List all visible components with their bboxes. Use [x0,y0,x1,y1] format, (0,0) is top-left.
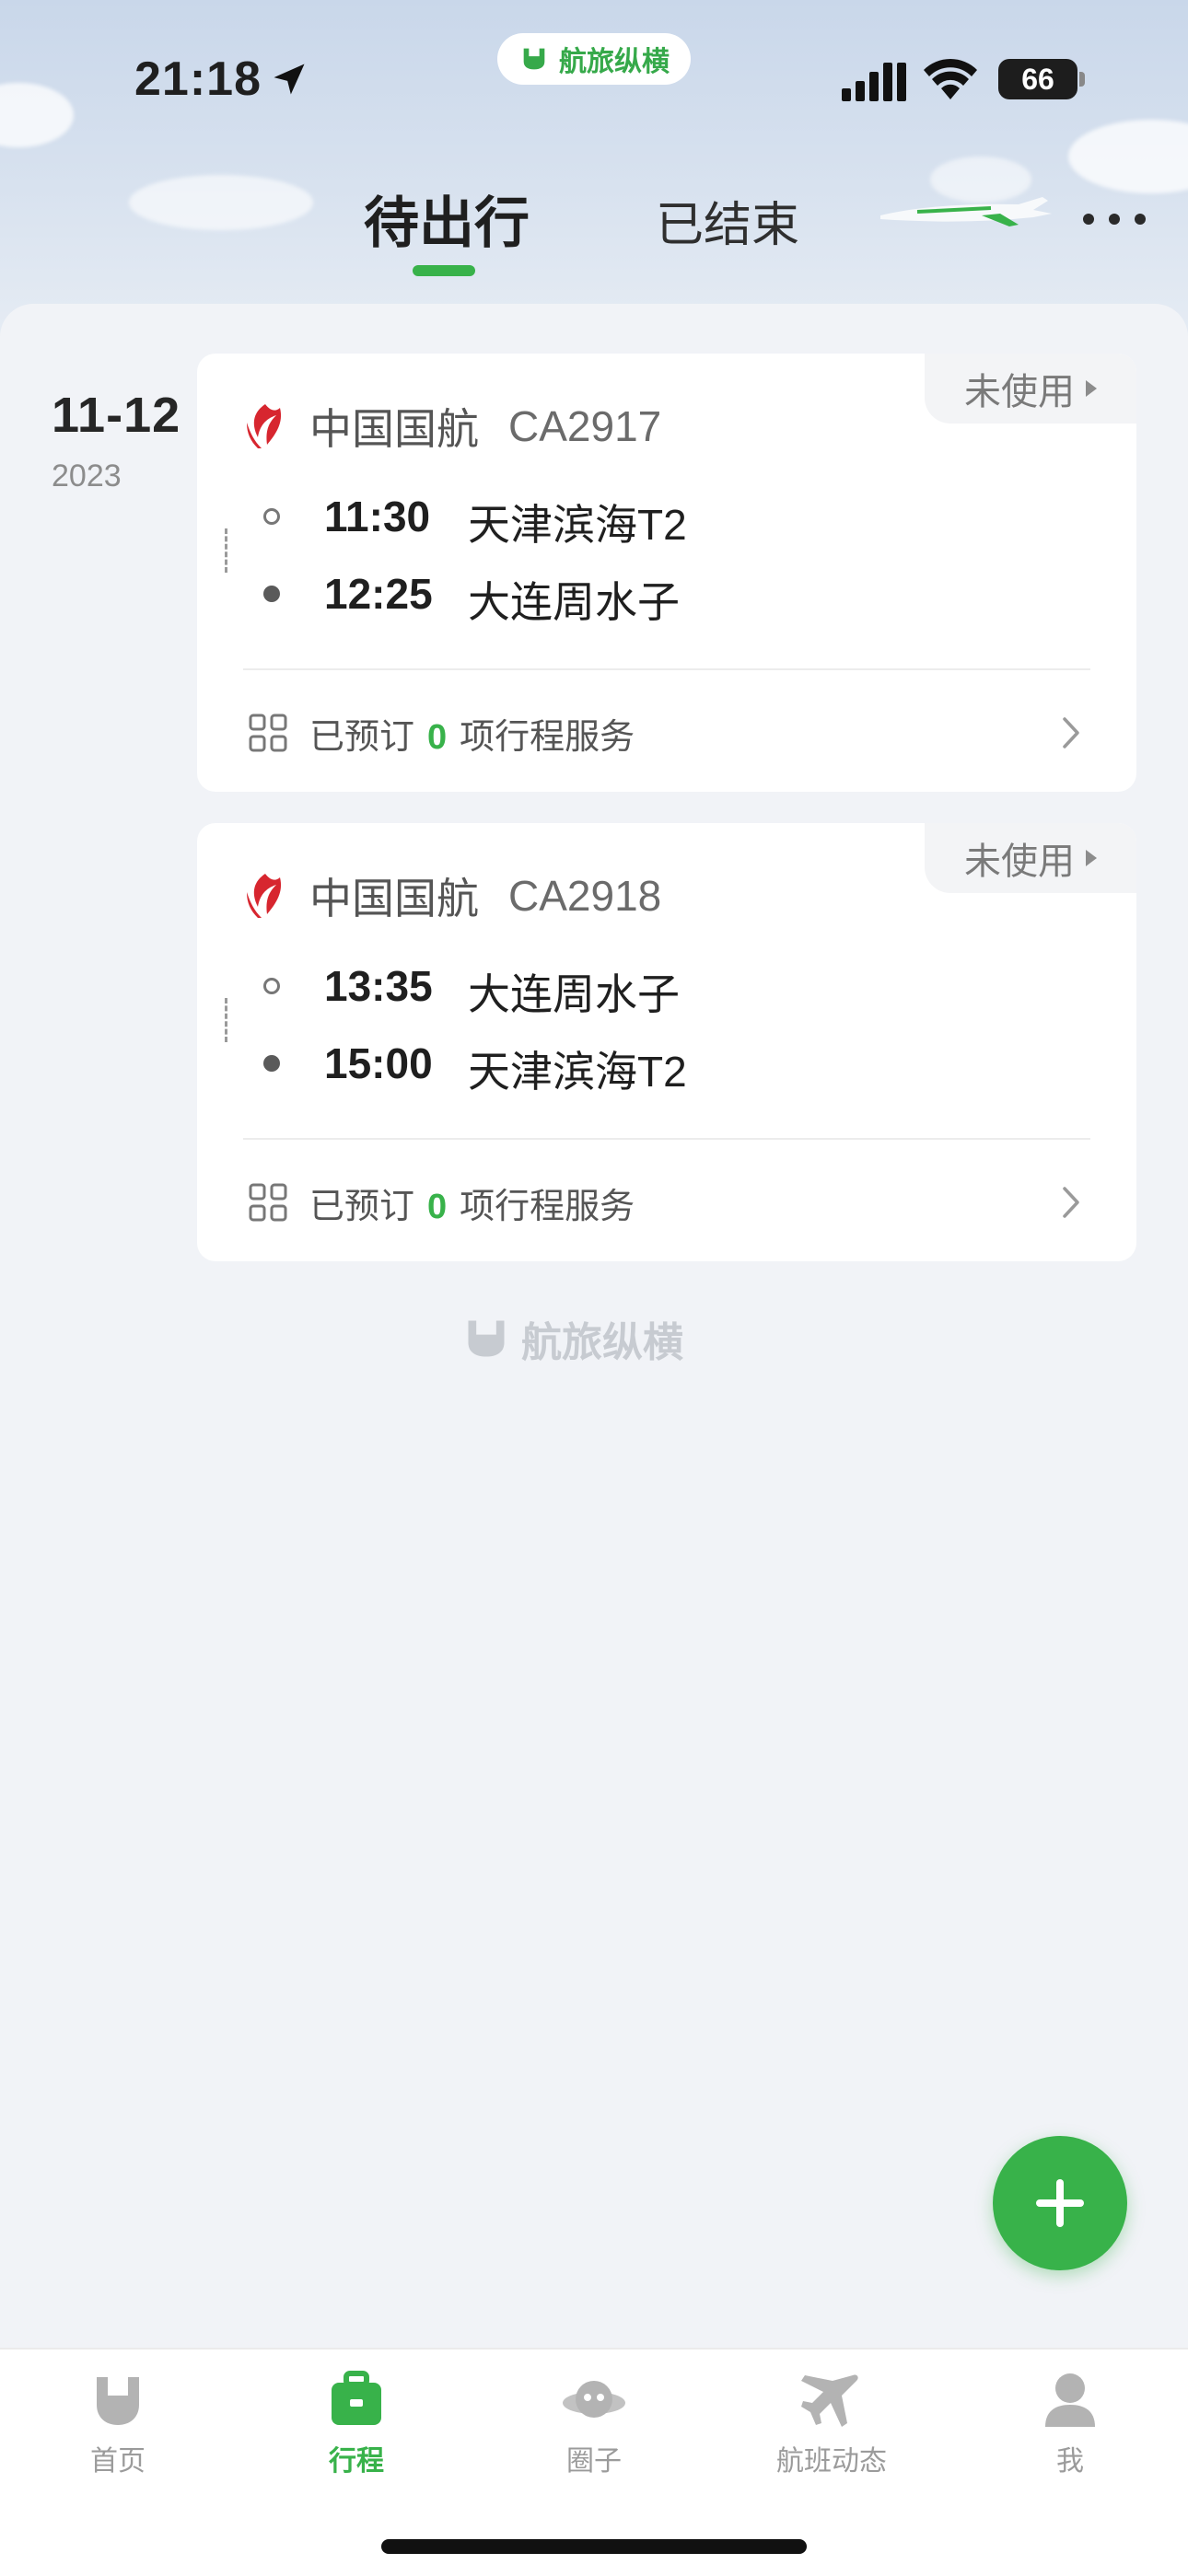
planet-icon [563,2381,625,2418]
trip-date-year: 2023 [52,458,122,493]
tabbar-label: 我 [1056,2446,1084,2477]
status-time: 21:18 [134,52,262,106]
location-arrow-icon [274,64,305,95]
tabbar-item-me[interactable]: 我 [978,2370,1162,2478]
card-divider [243,1138,1090,1140]
person-icon [1045,2373,1095,2427]
flight-card[interactable]: 未使用 中国国航 CA2917 11:30 天津滨海T2 12:25 大连周水子… [197,354,1136,792]
trip-services-link[interactable]: 已预订 0 项行程服务 [249,707,1085,759]
airline-row: 中国国航 CA2918 [243,865,661,926]
departure-row: 13:35 大连周水子 [243,959,1072,1018]
arrival-airport: 天津滨海T2 [468,1048,687,1096]
grid-icon [249,1183,287,1222]
arrival-row: 15:00 天津滨海T2 [243,1037,1072,1096]
arrival-row: 12:25 大连周水子 [243,567,1072,626]
tabbar-item-trips[interactable]: 行程 [264,2370,448,2478]
tabbar-label: 首页 [90,2446,146,2477]
route-line [225,998,227,1042]
arrival-time: 12:25 [324,570,433,618]
plane-icon [801,2374,858,2427]
cellular-signal-icon [842,63,906,101]
tabbar-label: 行程 [329,2446,384,2477]
more-dot-icon [1135,214,1146,225]
service-count: 0 [427,717,448,757]
tabbar-label: 圈子 [566,2446,622,2477]
trip-date-day: 11-12 [52,388,181,443]
departure-dot-icon [263,508,280,525]
brand-pill-text: 航旅纵横 [559,47,670,77]
status-badge[interactable]: 未使用 [925,354,1136,424]
more-dot-icon [1083,214,1094,225]
service-prefix: 已预订 [309,717,415,757]
route-line [225,528,227,573]
departure-airport: 大连周水子 [468,970,680,1018]
airline-name: 中国国航 [309,875,479,922]
home-logo-icon [97,2377,139,2425]
departure-row: 11:30 天津滨海T2 [243,490,1072,549]
more-options-button[interactable] [1083,195,1146,243]
service-text: 已预订 0 项行程服务 [309,708,635,759]
card-divider [243,668,1090,670]
brand-logo-icon [523,48,545,70]
status-bar: 21:18 航旅纵横 66 [0,0,1188,157]
service-count: 0 [427,1187,448,1226]
tab-finished[interactable]: 已结束 [645,186,810,255]
arrival-dot-icon [263,1055,280,1072]
status-badge-label: 未使用 [964,372,1075,412]
departure-dot-icon [263,978,280,994]
departure-airport: 天津滨海T2 [468,501,687,549]
footer-brand-logo: 航旅纵横 [460,1311,728,1366]
tab-upcoming[interactable]: 待出行 [350,179,543,259]
footer-brand-text: 航旅纵横 [521,1320,683,1365]
caret-right-icon [1086,380,1097,397]
flight-number: CA2918 [508,872,662,920]
arrival-time: 15:00 [324,1039,433,1087]
status-badge-label: 未使用 [964,841,1075,882]
departure-time: 11:30 [324,493,431,540]
brand-logo-icon [468,1320,505,1357]
tabbar-item-flight-status[interactable]: 航班动态 [740,2370,924,2478]
battery-cap [1079,72,1085,87]
tab-active-indicator [413,265,475,276]
airline-name: 中国国航 [309,405,479,453]
home-indicator [381,2539,807,2554]
service-prefix: 已预订 [309,1187,415,1226]
arrival-airport: 大连周水子 [468,578,680,626]
plus-icon [1036,2179,1084,2227]
service-suffix: 项行程服务 [460,717,635,757]
brand-pill[interactable]: 航旅纵横 [497,33,691,85]
tabbar-label: 航班动态 [776,2446,887,2477]
service-text: 已预订 0 项行程服务 [309,1178,635,1228]
arrival-dot-icon [263,586,280,602]
flight-card[interactable]: 未使用 中国国航 CA2918 13:35 大连周水子 15:00 天津滨海T2… [197,823,1136,1261]
tabbar-item-home[interactable]: 首页 [26,2370,210,2478]
status-badge[interactable]: 未使用 [925,823,1136,893]
suitcase-icon [332,2371,381,2425]
add-trip-button[interactable] [993,2136,1127,2270]
service-suffix: 项行程服务 [460,1187,635,1226]
wifi-icon [924,58,977,99]
airline-row: 中国国航 CA2917 [243,396,661,457]
air-china-logo-icon [247,404,282,448]
trip-date: 11-12 2023 [52,387,181,494]
tabbar-item-circle[interactable]: 圈子 [502,2370,686,2478]
trip-services-link[interactable]: 已预订 0 项行程服务 [249,1177,1085,1228]
grid-icon [249,714,287,752]
more-dot-icon [1109,214,1120,225]
flight-number: CA2917 [508,402,662,450]
air-china-logo-icon [247,874,282,918]
chevron-right-icon [1063,717,1079,748]
departure-time: 13:35 [324,962,433,1010]
caret-right-icon [1086,850,1097,866]
battery-indicator: 66 [998,59,1077,99]
chevron-right-icon [1063,1187,1079,1218]
plane-decoration-icon [880,197,1052,226]
